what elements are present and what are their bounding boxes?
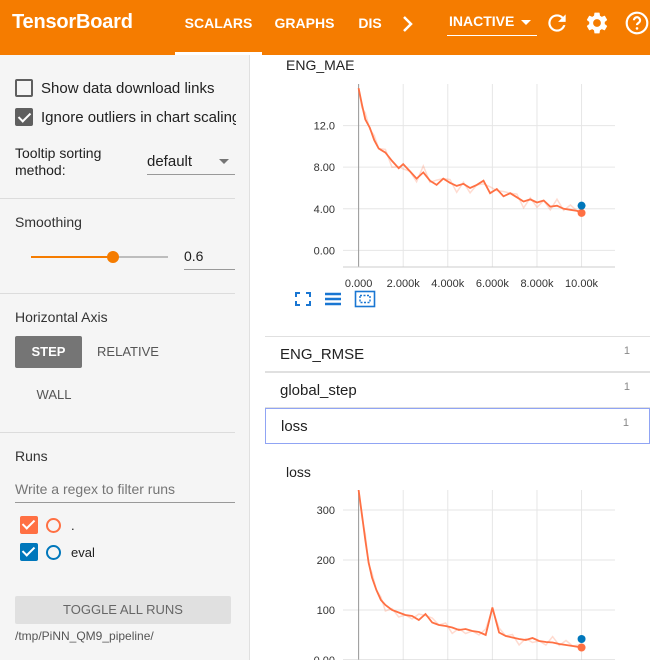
category-name: ENG_RMSE (280, 346, 365, 363)
series-end-point (577, 643, 586, 652)
chart-title: ENG_MAE (286, 57, 355, 73)
smoothing-input[interactable]: 0.6 (184, 243, 235, 270)
checkbox-box[interactable] (15, 108, 33, 126)
status-dropdown[interactable]: INACTIVE (447, 10, 537, 36)
category-name: global_step (280, 382, 357, 399)
show-download-links-checkbox[interactable]: Show data download links (15, 77, 236, 99)
help-icon[interactable] (624, 10, 650, 36)
loss-chart[interactable]: 0.00 100 200 300 (265, 488, 650, 660)
smoothing-slider[interactable] (31, 251, 168, 263)
x-tick-label: 4.000k (431, 278, 465, 289)
category-count: 1 (622, 417, 629, 429)
series-point (577, 201, 586, 210)
smoothing-title: Smoothing (15, 214, 82, 230)
category-count: 1 (623, 381, 630, 393)
x-tick-label: 0.000 (345, 278, 373, 289)
y-tick-label: 4.00 (314, 204, 335, 216)
run-item-train[interactable]: . (20, 515, 75, 535)
y-tick-label: 8.00 (314, 162, 335, 174)
tab-distributions[interactable]: DIS (350, 0, 390, 55)
top-app-bar: TensorBoard SCALARS GRAPHS DIS INACTIVE (0, 0, 650, 55)
chart-series-group (357, 490, 582, 649)
divider (0, 293, 235, 294)
category-eng-rmse[interactable]: ENG_RMSE 1 (265, 336, 650, 372)
series-line (357, 490, 582, 649)
x-tick-label: 6.000k (476, 278, 510, 289)
y-tick-label: 100 (317, 605, 335, 617)
chart-title: loss (286, 464, 311, 480)
run-color-indicator (46, 517, 61, 533)
run-checkbox[interactable] (20, 516, 38, 534)
smoothing-slider-fill (31, 256, 114, 258)
app-brand: TensorBoard (12, 11, 133, 33)
run-item-eval[interactable]: eval (20, 542, 95, 562)
main-panel: ENG_MAE 0.00 4.00 8.00 12.0 0.000 2.000k 4.000… (265, 55, 650, 660)
axis-wall-button[interactable]: WALL (25, 379, 83, 411)
category-count: 1 (623, 345, 630, 357)
eng-mae-chart[interactable]: 0.00 4.00 8.00 12.0 0.000 2.000k 4.000k 6.000k 8… (265, 79, 650, 289)
tooltip-sorting-value: default (147, 153, 193, 170)
y-tick-label: 300 (317, 505, 335, 517)
axis-step-button[interactable]: STEP (15, 336, 82, 368)
chevron-down-icon (521, 20, 531, 25)
ignore-outliers-label: Ignore outliers in chart scaling (41, 108, 236, 126)
series-raw-line (357, 490, 582, 647)
fullscreen-icon[interactable] (293, 290, 313, 308)
run-name: . (71, 517, 75, 533)
tab-graphs[interactable]: GRAPHS (266, 0, 343, 55)
y-tick-label: 0.00 (314, 655, 335, 660)
smoothing-slider-thumb[interactable] (107, 251, 120, 263)
toggle-log-scale-icon[interactable] (323, 290, 343, 308)
chevron-down-icon (219, 159, 229, 164)
series-point (577, 635, 586, 643)
category-loss[interactable]: loss 1 (265, 408, 650, 444)
chart-series-group (357, 88, 582, 214)
status-value: INACTIVE (449, 13, 515, 29)
x-tick-label: 2.000k (387, 278, 421, 289)
refresh-icon[interactable] (544, 10, 570, 36)
runs-filter-input[interactable]: Write a regex to filter runs (15, 475, 235, 503)
series-raw-line (357, 88, 582, 212)
divider (0, 198, 235, 199)
sidebar: Show data download links Ignore outliers… (0, 55, 250, 660)
run-color-indicator (46, 544, 61, 560)
log-directory: /tmp/PiNN_QM9_pipeline/ (15, 629, 154, 643)
x-tick-label: 10.00k (565, 278, 599, 289)
toggle-all-runs-button[interactable]: TOGGLE ALL RUNS (15, 596, 231, 624)
series-end-point (577, 208, 586, 217)
tooltip-sorting-select[interactable]: default (147, 151, 235, 175)
y-tick-label: 200 (317, 555, 335, 567)
show-download-links-label: Show data download links (41, 79, 215, 97)
horizontal-axis-title: Horizontal Axis (15, 309, 108, 325)
divider (0, 432, 235, 433)
y-tick-label: 12.0 (314, 121, 335, 133)
run-checkbox[interactable] (20, 543, 38, 561)
runs-title: Runs (15, 448, 48, 464)
category-name: loss (281, 418, 308, 435)
fit-domain-icon[interactable] (354, 290, 376, 308)
series-line (357, 88, 582, 214)
gear-icon[interactable] (584, 10, 610, 36)
checkbox-box[interactable] (15, 79, 33, 97)
axis-relative-button[interactable]: RELATIVE (90, 336, 166, 368)
x-tick-label: 8.000k (520, 278, 554, 289)
run-name: eval (71, 544, 95, 560)
category-global-step[interactable]: global_step 1 (265, 372, 650, 408)
ignore-outliers-checkbox[interactable]: Ignore outliers in chart scaling (15, 106, 236, 128)
y-tick-label: 0.00 (314, 245, 335, 257)
tab-scalars[interactable]: SCALARS (175, 0, 262, 55)
tooltip-sorting-label: Tooltip sorting method: (15, 145, 102, 178)
chevron-right-icon[interactable] (398, 12, 418, 36)
